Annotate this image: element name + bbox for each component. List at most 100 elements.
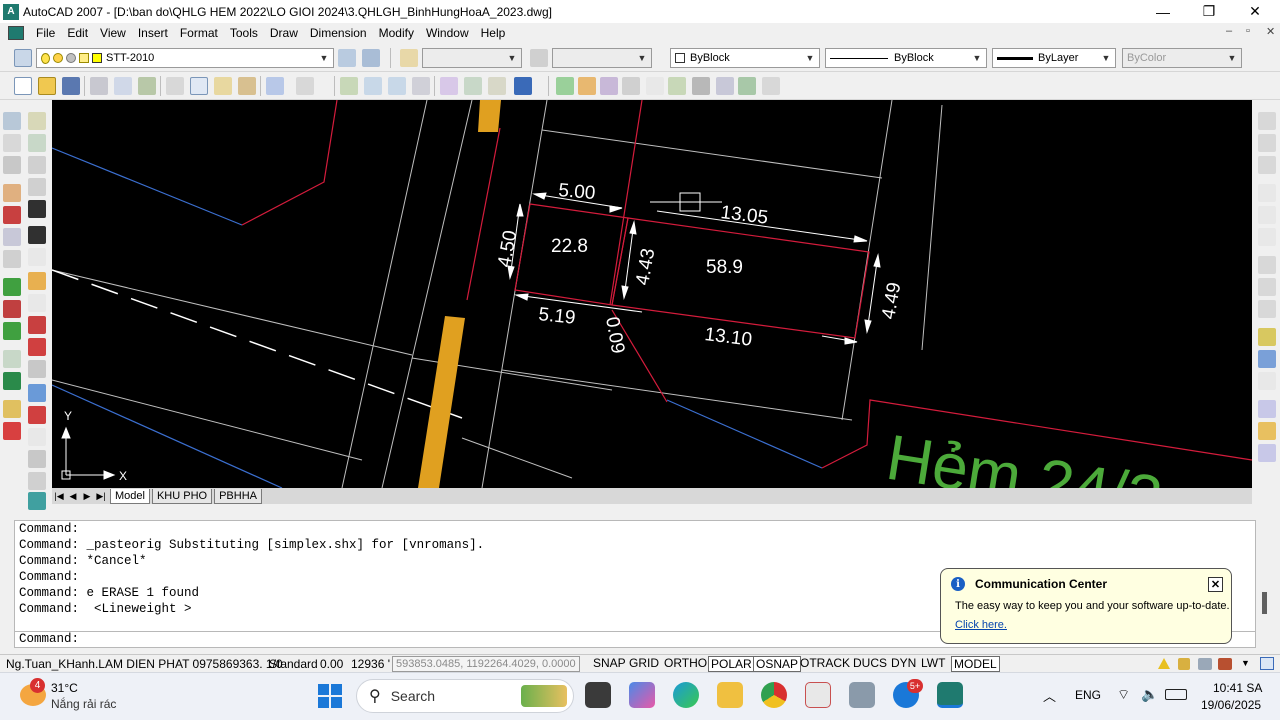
menu-window[interactable]: Window [420, 26, 475, 40]
draw-tool-9-icon[interactable] [3, 300, 21, 318]
menu-draw[interactable]: Draw [264, 26, 304, 40]
custom-tool-2-icon[interactable] [622, 77, 640, 95]
text-style-dropdown[interactable]: ▼ [422, 48, 522, 68]
modify-tool-13-icon[interactable] [28, 384, 46, 402]
dim-tool-9-icon[interactable] [1258, 300, 1276, 318]
pan-realtime-icon[interactable] [340, 77, 358, 95]
snap-toggle[interactable]: SNAP [591, 656, 628, 672]
autocad-taskbar-icon[interactable] [937, 682, 963, 708]
balloon-link[interactable]: Click here. [955, 619, 1007, 631]
doc-minimize-button[interactable]: – [1226, 25, 1232, 37]
lock-icon[interactable] [1178, 658, 1190, 670]
osnap-toggle[interactable]: OSNAP [753, 656, 802, 672]
tray-tool-icon[interactable] [1198, 658, 1212, 670]
draw-tool-12-icon[interactable] [3, 372, 21, 390]
draw-tool-1-icon[interactable] [3, 112, 21, 130]
publish-icon[interactable] [138, 77, 156, 95]
tray-settings-icon[interactable] [1218, 658, 1232, 670]
draw-tool-2-icon[interactable] [3, 134, 21, 152]
modify-tool-10-icon[interactable] [28, 316, 46, 334]
draw-tool-4-icon[interactable] [3, 184, 21, 202]
paste-icon[interactable] [214, 77, 232, 95]
sigma-icon[interactable] [646, 77, 664, 95]
tool-palettes-icon[interactable] [488, 77, 506, 95]
custom-tool-3-icon[interactable] [668, 77, 686, 95]
dim-tool-4-icon[interactable] [1258, 184, 1276, 202]
linetype-dropdown[interactable]: ByBlock ▼ [825, 48, 987, 68]
zoom-window-icon[interactable] [388, 77, 406, 95]
last-tab-icon[interactable]: ▶| [94, 489, 108, 503]
calculator-icon[interactable] [849, 682, 875, 708]
menu-tools[interactable]: Tools [224, 26, 264, 40]
dim-tool-8-icon[interactable] [1258, 278, 1276, 296]
model-toggle[interactable]: MODEL [951, 656, 1000, 672]
custom-tool-icon[interactable] [600, 77, 618, 95]
properties-icon[interactable] [440, 77, 458, 95]
modify-tool-4-icon[interactable] [28, 178, 46, 196]
windows-start-icon[interactable] [318, 684, 342, 708]
draw-tool-11-icon[interactable] [3, 350, 21, 368]
zoom-previous-icon[interactable] [412, 77, 430, 95]
modify-tool-15-icon[interactable] [28, 428, 46, 446]
chevron-up-icon[interactable]: ︿ [1043, 686, 1056, 705]
layer-dropdown[interactable]: STT-2010 ▼ [36, 48, 334, 68]
otrack-toggle[interactable]: OTRACK [798, 656, 852, 672]
modify-tool-9-icon[interactable] [28, 294, 46, 312]
dim-tool-15-icon[interactable] [1258, 444, 1276, 462]
draw-tool-13-icon[interactable] [3, 400, 21, 418]
menu-modify[interactable]: Modify [373, 26, 420, 40]
menu-help[interactable]: Help [475, 26, 512, 40]
layer-manager-icon[interactable] [14, 49, 32, 67]
dim-style-icon[interactable] [530, 49, 548, 67]
modify-tool-2-icon[interactable] [28, 134, 46, 152]
open-folder-icon[interactable] [38, 77, 56, 95]
color-dropdown[interactable]: ByBlock ▼ [670, 48, 820, 68]
restore-button[interactable]: ❐ [1186, 0, 1232, 23]
dim-tool-12-icon[interactable] [1258, 372, 1276, 390]
zoom-realtime-icon[interactable] [364, 77, 382, 95]
modify-tool-16-icon[interactable] [28, 450, 46, 468]
dim-tool-11-icon[interactable] [1258, 350, 1276, 368]
prev-tab-icon[interactable]: ◀ [66, 489, 80, 503]
design-center-icon[interactable] [464, 77, 482, 95]
make-object-layer-current-icon[interactable] [338, 49, 356, 67]
plot-icon[interactable] [90, 77, 108, 95]
chevron-down-icon[interactable]: ▼ [1241, 658, 1250, 668]
draw-tool-14-icon[interactable] [3, 422, 21, 440]
modify-tool-12-icon[interactable] [28, 360, 46, 378]
dim-style-dropdown[interactable]: ▼ [552, 48, 652, 68]
draw-tool-5-icon[interactable] [3, 206, 21, 224]
language-indicator[interactable]: ENG [1075, 688, 1101, 702]
autocad-app-icon[interactable]: A [3, 3, 19, 20]
modify-tool-1-icon[interactable] [28, 112, 46, 130]
lwt-toggle[interactable]: LWT [919, 656, 947, 672]
menu-insert[interactable]: Insert [132, 26, 174, 40]
command-scrollbar[interactable] [1262, 592, 1267, 614]
custom-tool-5-icon[interactable] [716, 77, 734, 95]
ortho-toggle[interactable]: ORTHO [662, 656, 709, 672]
dim-tool-5-icon[interactable] [1258, 206, 1276, 224]
dim-tool-1-icon[interactable] [1258, 112, 1276, 130]
wifi-icon[interactable]: ⌔ [1117, 686, 1130, 704]
save-icon[interactable] [62, 77, 80, 95]
coordinate-readout[interactable]: 593853.0485, 1192264.4029, 0.0000 [392, 656, 580, 672]
ducs-toggle[interactable]: DUCS [851, 656, 889, 672]
tab-pbhha[interactable]: PBHHA [214, 488, 262, 504]
menu-format[interactable]: Format [174, 26, 224, 40]
volume-icon[interactable]: 🔈 [1141, 686, 1158, 703]
cut-icon[interactable] [166, 77, 184, 95]
dim-tool-14-icon[interactable] [1258, 422, 1276, 440]
text-style-icon[interactable] [400, 49, 418, 67]
new-file-icon[interactable] [14, 77, 32, 95]
draw-tool-6-icon[interactable] [3, 228, 21, 246]
dyn-toggle[interactable]: DYN [889, 656, 918, 672]
app-icon[interactable] [805, 682, 831, 708]
weather-temp[interactable]: 31°C [51, 681, 78, 695]
battery-icon[interactable] [1165, 689, 1187, 700]
copy-icon[interactable] [190, 77, 208, 95]
doc-close-button[interactable]: ✕ [1266, 25, 1275, 38]
minimize-button[interactable]: — [1140, 0, 1186, 23]
close-button[interactable]: ✕ [1232, 0, 1278, 23]
lineweight-dropdown[interactable]: ByLayer ▼ [992, 48, 1116, 68]
edge-icon[interactable] [673, 682, 699, 708]
